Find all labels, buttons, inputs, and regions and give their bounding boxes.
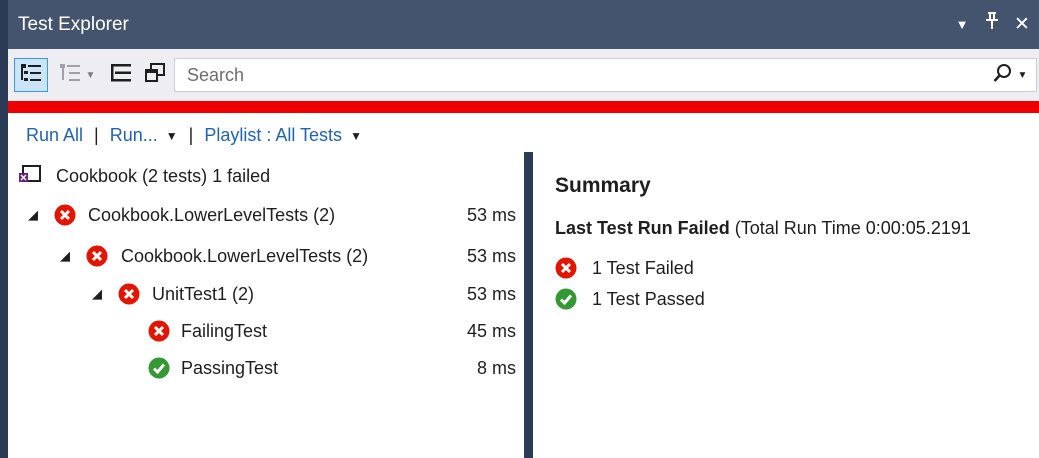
solution-icon <box>18 164 42 189</box>
chevron-down-icon: ▼ <box>165 128 178 143</box>
tree-row-duration: 53 ms <box>466 245 516 266</box>
tree-row-label: UnitTest1 (2) <box>152 283 255 304</box>
window-dropdown-icon[interactable]: ▼ <box>951 0 973 49</box>
summary-passed-row[interactable]: 1 Test Passed <box>555 285 705 313</box>
tree-root[interactable]: Cookbook (2 tests) 1 failed <box>18 161 270 191</box>
close-icon[interactable]: ✕ <box>1011 0 1033 49</box>
test-tree: Cookbook (2 tests) 1 failed ◢ Cookbook.L… <box>8 155 524 458</box>
summary-failed-row[interactable]: 1 Test Failed <box>555 254 694 282</box>
search-box: ▼ <box>174 58 1037 92</box>
group-by-icon <box>20 62 42 89</box>
tree-root-label: Cookbook (2 tests) 1 failed <box>56 165 271 186</box>
failed-icon <box>86 245 108 267</box>
toolbar: ▼ ▼ <box>8 49 1039 101</box>
chevron-down-icon: ▼ <box>1017 69 1028 81</box>
tree-row-label: Cookbook.LowerLevelTests (2) <box>88 204 336 225</box>
playlist-menu-label: Playlist : All Tests <box>204 124 343 145</box>
expanded-triangle-icon[interactable]: ◢ <box>60 248 70 264</box>
tree-row-duration: 53 ms <box>466 283 516 304</box>
tree-row-failingtest[interactable]: FailingTest 45 ms <box>8 313 524 349</box>
failed-icon <box>54 204 76 226</box>
passed-icon <box>148 357 170 379</box>
failed-icon <box>555 257 577 279</box>
hierarchy-icon <box>59 62 81 89</box>
chevron-down-icon: ▼ <box>85 69 96 81</box>
run-menu-label: Run... <box>109 124 158 145</box>
title-bar: Test Explorer ▼ ✕ <box>8 0 1039 49</box>
tree-row-duration: 8 ms <box>476 357 516 378</box>
collapse-all-button[interactable] <box>106 58 136 92</box>
search-input[interactable] <box>175 59 975 91</box>
summary-title: Summary <box>555 174 651 197</box>
tree-row-label: FailingTest <box>181 320 268 341</box>
hierarchy-view-button[interactable]: ▼ <box>52 58 102 92</box>
tree-row-passingtest[interactable]: PassingTest 8 ms <box>8 350 524 386</box>
tree-row-duration: 45 ms <box>466 320 516 341</box>
tree-row-lowerleveltests-project[interactable]: ◢ Cookbook.LowerLevelTests (2) 53 ms <box>8 238 524 274</box>
search-button[interactable]: ▼ <box>986 59 1034 91</box>
separator: | <box>94 124 99 145</box>
tree-row-label: Cookbook.LowerLevelTests (2) <box>121 245 369 266</box>
window-title: Test Explorer <box>18 14 129 35</box>
run-menu[interactable]: Run... ▼ <box>110 125 178 146</box>
pane-splitter[interactable] <box>524 152 533 458</box>
expanded-triangle-icon[interactable]: ◢ <box>92 286 102 302</box>
collapse-all-icon <box>110 62 132 89</box>
chevron-down-icon: ▼ <box>350 128 362 143</box>
tree-row-label: PassingTest <box>181 357 279 378</box>
tree-row-duration: 53 ms <box>466 204 516 225</box>
failed-icon <box>148 320 170 342</box>
run-all-link[interactable]: Run All <box>26 125 83 146</box>
failed-count: 1 Test Failed <box>592 257 694 278</box>
failed-icon <box>118 283 140 305</box>
tree-row-lowerleveltests-namespace[interactable]: ◢ Cookbook.LowerLevelTests (2) 53 ms <box>8 197 524 233</box>
pin-icon[interactable] <box>981 0 1003 49</box>
window-controls: ▼ ✕ <box>951 0 1033 49</box>
command-bar: Run All | Run... ▼ | Playlist : All Tests… <box>26 118 362 152</box>
playlist-menu[interactable]: Playlist : All Tests ▼ <box>204 125 362 146</box>
tree-row-unittest1[interactable]: ◢ UnitTest1 (2) 53 ms <box>8 276 524 312</box>
summary-pane: Summary Last Test Run Failed (Total Run … <box>533 152 1039 458</box>
summary-headline: Last Test Run Failed (Total Run Time 0:0… <box>555 218 971 239</box>
expanded-triangle-icon[interactable]: ◢ <box>28 207 38 223</box>
passed-count: 1 Test Passed <box>592 288 705 309</box>
last-run-status: Last Test Run Failed <box>555 218 730 238</box>
separator: | <box>188 124 194 145</box>
passed-icon <box>555 288 577 310</box>
copy-window-icon <box>144 62 166 89</box>
search-icon <box>993 63 1013 88</box>
test-explorer-window: Test Explorer ▼ ✕ ▼ Search ▼ Run All | R… <box>0 0 1039 458</box>
total-run-time: (Total Run Time 0:00:05.2191 <box>734 218 971 238</box>
open-window-button[interactable] <box>140 58 170 92</box>
group-by-button[interactable] <box>14 58 48 92</box>
test-status-bar <box>8 101 1039 113</box>
